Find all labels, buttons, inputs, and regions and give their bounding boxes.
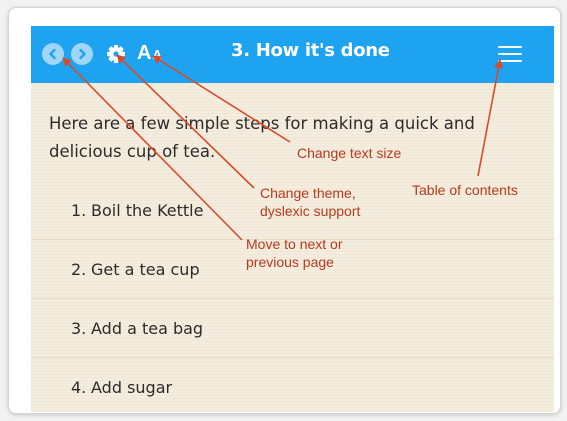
hamburger-menu-icon-bar: [498, 46, 522, 48]
text-size-small-label: A: [152, 47, 162, 62]
callout-toc: Table of contents: [412, 182, 518, 198]
callout-text-size: Change text size: [297, 145, 402, 161]
list-item: 3. Add a tea bag: [31, 299, 554, 358]
step-number: 3.: [71, 319, 87, 338]
callout-nav-line1: Move to next or: [246, 236, 343, 252]
intro-paragraph: Here are a few simple steps for making a…: [49, 114, 475, 161]
gear-icon: [107, 45, 125, 63]
next-page-button[interactable]: [71, 43, 93, 65]
step-number: 2.: [71, 260, 87, 279]
callout-nav-line2: previous page: [246, 254, 334, 270]
hamburger-menu-icon-bar: [498, 53, 522, 55]
step-number: 1.: [71, 201, 87, 220]
previous-page-button[interactable]: [42, 43, 64, 65]
step-text: Boil the Kettle: [91, 201, 204, 220]
step-text: Add a tea bag: [91, 319, 204, 338]
table-of-contents-button[interactable]: [498, 46, 522, 64]
screenshot-stage: AA 3. How it's done Here are a few simpl…: [0, 0, 567, 421]
text-size-large-label: A: [137, 42, 152, 64]
reader-toolbar: AA 3. How it's done: [31, 26, 554, 83]
theme-settings-button[interactable]: [105, 43, 127, 65]
chapter-title: 3. How it's done: [231, 40, 390, 61]
list-item: 4. Add sugar: [31, 358, 554, 412]
step-number: 4.: [71, 378, 87, 397]
step-text: Get a tea cup: [91, 260, 200, 279]
callout-theme-line1: Change theme,: [260, 185, 356, 201]
hamburger-menu-icon-bar: [498, 60, 522, 62]
chevron-right-icon: [79, 48, 86, 60]
step-text: Add sugar: [91, 378, 173, 397]
chevron-left-icon: [49, 48, 56, 60]
callout-theme-line2: dyslexic support: [260, 203, 361, 219]
text-size-button[interactable]: AA: [137, 42, 162, 68]
